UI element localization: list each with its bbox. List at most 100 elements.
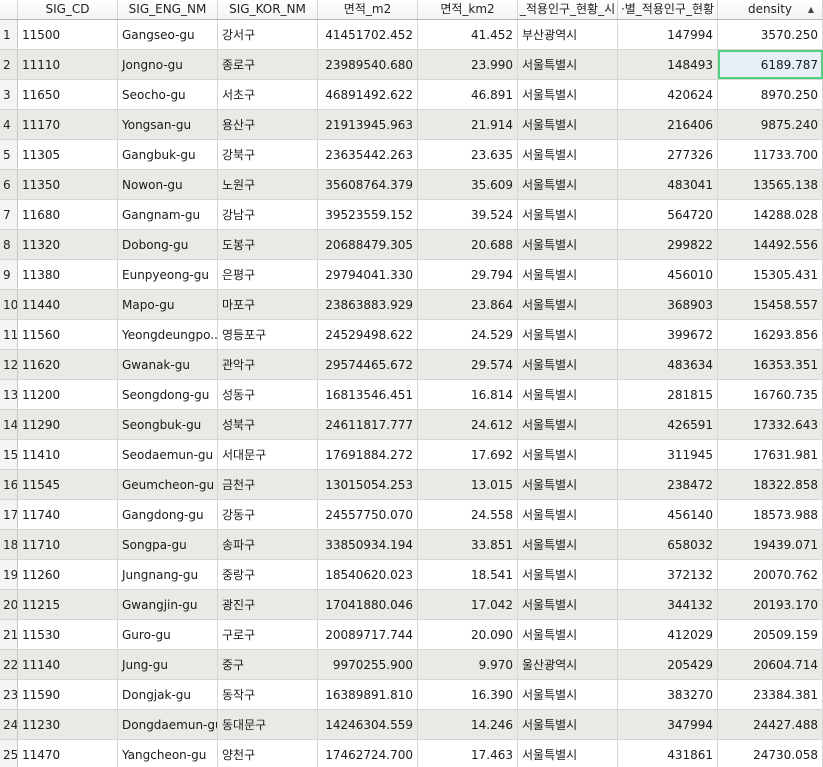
cell-7[interactable]: 344132: [618, 590, 718, 619]
cell-1[interactable]: 11470: [18, 740, 118, 767]
cell-8[interactable]: 17332.643: [718, 410, 823, 439]
cell-5[interactable]: 24.612: [418, 410, 518, 439]
cell-3[interactable]: 강서구: [218, 20, 318, 49]
row-number[interactable]: 10: [0, 290, 18, 319]
cell-1[interactable]: 11710: [18, 530, 118, 559]
cell-8[interactable]: 15305.431: [718, 260, 823, 289]
cell-6[interactable]: 서울특별시: [518, 440, 618, 469]
cell-2[interactable]: Jongno-gu: [118, 50, 218, 79]
table-row[interactable]: 2 11110 Jongno-gu 종로구 23989540.680 23.990 서울특별…: [0, 50, 823, 80]
attribute-table[interactable]: SIG_CD SIG_ENG_NM SIG_KOR_NM 면적_m2 면적_km2 _적용…: [0, 0, 823, 767]
cell-5[interactable]: 24.558: [418, 500, 518, 529]
cell-4[interactable]: 29794041.330: [318, 260, 418, 289]
cell-3[interactable]: 중구: [218, 650, 318, 679]
cell-4[interactable]: 35608764.379: [318, 170, 418, 199]
cell-1[interactable]: 11590: [18, 680, 118, 709]
cell-4[interactable]: 24611817.777: [318, 410, 418, 439]
table-row[interactable]: 22 11140 Jung-gu 중구 9970255.900 9.970 울산광역시 205…: [0, 650, 823, 680]
cell-7[interactable]: 420624: [618, 80, 718, 109]
cell-6[interactable]: 서울특별시: [518, 230, 618, 259]
table-row[interactable]: 9 11380 Eunpyeong-gu 은평구 29794041.330 29.794 서…: [0, 260, 823, 290]
table-row[interactable]: 3 11650 Seocho-gu 서초구 46891492.622 46.891 서울특별…: [0, 80, 823, 110]
row-number[interactable]: 7: [0, 200, 18, 229]
table-row[interactable]: 8 11320 Dobong-gu 도봉구 20688479.305 20.688 서울특별…: [0, 230, 823, 260]
row-number[interactable]: 8: [0, 230, 18, 259]
cell-4[interactable]: 17462724.700: [318, 740, 418, 767]
cell-3[interactable]: 동작구: [218, 680, 318, 709]
cell-1[interactable]: 11740: [18, 500, 118, 529]
column-header-4[interactable]: 면적_m2: [318, 0, 418, 19]
cell-8[interactable]: 20193.170: [718, 590, 823, 619]
cell-4[interactable]: 33850934.194: [318, 530, 418, 559]
column-header-6[interactable]: _적용인구_현황_시: [518, 0, 618, 19]
table-row[interactable]: 15 11410 Seodaemun-gu 서대문구 17691884.272 17.69…: [0, 440, 823, 470]
cell-6[interactable]: 서울특별시: [518, 260, 618, 289]
cell-3[interactable]: 성북구: [218, 410, 318, 439]
cell-4[interactable]: 23863883.929: [318, 290, 418, 319]
cell-6[interactable]: 서울특별시: [518, 500, 618, 529]
cell-3[interactable]: 성동구: [218, 380, 318, 409]
cell-1[interactable]: 11350: [18, 170, 118, 199]
cell-3[interactable]: 서대문구: [218, 440, 318, 469]
cell-2[interactable]: Yongsan-gu: [118, 110, 218, 139]
row-number[interactable]: 5: [0, 140, 18, 169]
table-row[interactable]: 12 11620 Gwanak-gu 관악구 29574465.672 29.574 서울특…: [0, 350, 823, 380]
cell-3[interactable]: 금천구: [218, 470, 318, 499]
cell-4[interactable]: 23635442.263: [318, 140, 418, 169]
table-row[interactable]: 1 11500 Gangseo-gu 강서구 41451702.452 41.452 부산광…: [0, 20, 823, 50]
cell-5[interactable]: 21.914: [418, 110, 518, 139]
cell-7[interactable]: 372132: [618, 560, 718, 589]
cell-7[interactable]: 311945: [618, 440, 718, 469]
cell-3[interactable]: 은평구: [218, 260, 318, 289]
cell-4[interactable]: 21913945.963: [318, 110, 418, 139]
cell-5[interactable]: 14.246: [418, 710, 518, 739]
cell-6[interactable]: 울산광역시: [518, 650, 618, 679]
cell-6[interactable]: 서울특별시: [518, 80, 618, 109]
cell-8[interactable]: 23384.381: [718, 680, 823, 709]
cell-2[interactable]: Jung-gu: [118, 650, 218, 679]
table-row[interactable]: 24 11230 Dongdaemun-gu 동대문구 14246304.559 14.2…: [0, 710, 823, 740]
cell-5[interactable]: 23.990: [418, 50, 518, 79]
cell-8[interactable]: 16760.735: [718, 380, 823, 409]
cell-1[interactable]: 11530: [18, 620, 118, 649]
cell-1[interactable]: 11560: [18, 320, 118, 349]
cell-7[interactable]: 399672: [618, 320, 718, 349]
cell-4[interactable]: 24557750.070: [318, 500, 418, 529]
cell-2[interactable]: Yangcheon-gu: [118, 740, 218, 767]
cell-2[interactable]: Dongdaemun-gu: [118, 710, 218, 739]
cell-4[interactable]: 9970255.900: [318, 650, 418, 679]
cell-1[interactable]: 11140: [18, 650, 118, 679]
cell-5[interactable]: 23.635: [418, 140, 518, 169]
cell-1[interactable]: 11320: [18, 230, 118, 259]
cell-3[interactable]: 마포구: [218, 290, 318, 319]
cell-1[interactable]: 11650: [18, 80, 118, 109]
cell-4[interactable]: 18540620.023: [318, 560, 418, 589]
cell-7[interactable]: 426591: [618, 410, 718, 439]
cell-4[interactable]: 16813546.451: [318, 380, 418, 409]
cell-7[interactable]: 483634: [618, 350, 718, 379]
cell-2[interactable]: Gwangjin-gu: [118, 590, 218, 619]
cell-6[interactable]: 서울특별시: [518, 710, 618, 739]
selected-cell[interactable]: 6189.787: [718, 50, 823, 79]
cell-2[interactable]: Guro-gu: [118, 620, 218, 649]
cell-5[interactable]: 17.463: [418, 740, 518, 767]
cell-8[interactable]: 11733.700: [718, 140, 823, 169]
cell-2[interactable]: Gangbuk-gu: [118, 140, 218, 169]
cell-3[interactable]: 서초구: [218, 80, 318, 109]
cell-5[interactable]: 13.015: [418, 470, 518, 499]
cell-2[interactable]: Songpa-gu: [118, 530, 218, 559]
cell-6[interactable]: 서울특별시: [518, 200, 618, 229]
table-row[interactable]: 7 11680 Gangnam-gu 강남구 39523559.152 39.524 서울특…: [0, 200, 823, 230]
cell-8[interactable]: 24427.488: [718, 710, 823, 739]
cell-7[interactable]: 564720: [618, 200, 718, 229]
cell-1[interactable]: 11410: [18, 440, 118, 469]
cell-5[interactable]: 17.042: [418, 590, 518, 619]
cell-8[interactable]: 17631.981: [718, 440, 823, 469]
cell-3[interactable]: 관악구: [218, 350, 318, 379]
column-header-2[interactable]: SIG_ENG_NM: [118, 0, 218, 19]
row-number[interactable]: 11: [0, 320, 18, 349]
cell-4[interactable]: 20089717.744: [318, 620, 418, 649]
table-row[interactable]: 23 11590 Dongjak-gu 동작구 16389891.810 16.390 서울…: [0, 680, 823, 710]
row-number[interactable]: 17: [0, 500, 18, 529]
cell-4[interactable]: 24529498.622: [318, 320, 418, 349]
